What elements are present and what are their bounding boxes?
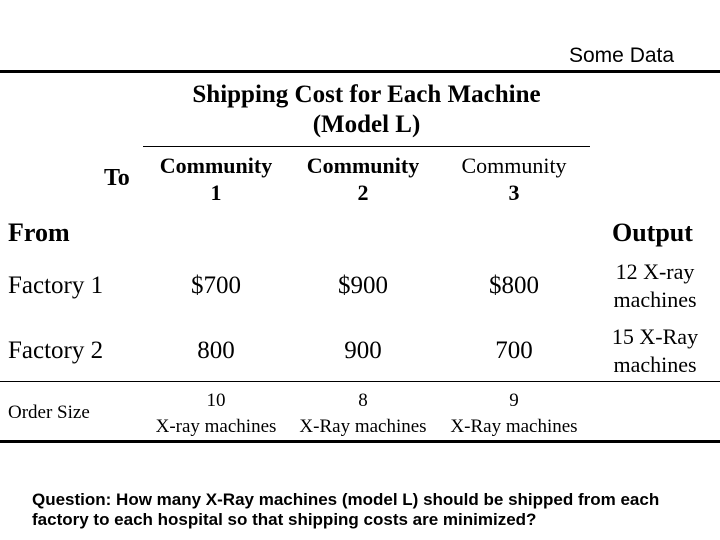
cost-cell: $800 — [489, 272, 539, 299]
column-number: 2 — [357, 180, 369, 205]
cost-cell: 900 — [344, 337, 382, 364]
title-line-2: (Model L) — [312, 111, 421, 138]
output-quantity: 15 X-Ray — [611, 324, 699, 349]
cost-cell: 700 — [495, 337, 533, 364]
column-header-community-1: Community 1 — [141, 152, 291, 206]
title-line-1: Shipping Cost for Each Machine — [192, 81, 541, 108]
order-unit: X-Ray machines — [299, 416, 427, 437]
order-size-cell: 9 X-Ray machines — [439, 388, 589, 440]
title-rule — [143, 146, 590, 147]
order-size-label: Order Size — [8, 402, 90, 423]
column-number: 3 — [508, 180, 520, 205]
output-cell: 15 X-Ray machines — [600, 323, 710, 379]
output-cell: 12 X-ray machines — [600, 258, 710, 314]
top-rule — [0, 70, 720, 73]
output-unit: machines — [613, 352, 697, 377]
order-quantity: 8 — [358, 390, 368, 411]
bottom-rule — [0, 440, 720, 443]
to-label: To — [104, 165, 130, 191]
output-unit: machines — [613, 287, 697, 312]
order-quantity: 9 — [509, 390, 519, 411]
output-label: Output — [612, 218, 693, 247]
column-header-community-2: Community 2 — [288, 152, 438, 206]
cost-cell: $700 — [191, 272, 241, 299]
column-number: 1 — [210, 180, 222, 205]
order-unit: X-Ray machines — [450, 416, 578, 437]
order-size-rule — [0, 381, 720, 382]
column-header-community-3: Community 3 — [439, 152, 589, 206]
from-label: From — [8, 218, 70, 247]
column-name: Community — [159, 153, 273, 178]
order-unit: X-ray machines — [155, 416, 277, 437]
question-text: Question: How many X-Ray machines (model… — [32, 490, 660, 529]
order-size-cell: 8 X-Ray machines — [288, 388, 438, 440]
cost-cell: $900 — [338, 272, 388, 299]
order-size-cell: 10 X-ray machines — [141, 388, 291, 440]
output-quantity: 12 X-ray — [615, 259, 695, 284]
column-name: Community — [461, 153, 567, 178]
row-label-factory-2: Factory 2 — [8, 337, 104, 364]
order-quantity: 10 — [206, 390, 226, 411]
slide-label: Some Data — [569, 44, 675, 67]
row-label-factory-1: Factory 1 — [8, 272, 104, 299]
cost-cell: 800 — [197, 337, 235, 364]
table-title: Shipping Cost for Each Machine (Model L) — [143, 80, 590, 140]
column-name: Community — [306, 153, 420, 178]
